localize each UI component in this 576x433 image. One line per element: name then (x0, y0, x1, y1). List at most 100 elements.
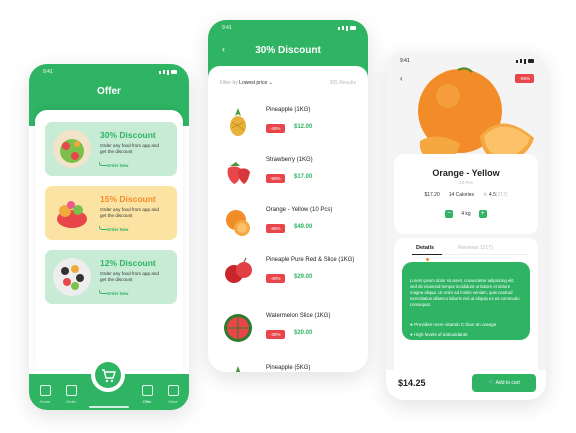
status-bar: 9:41 (43, 69, 177, 75)
item-name: Pineaple Pure Red & Slice (1KG) (266, 257, 355, 263)
offer-list: 30% Discount Order any food from app and… (35, 110, 183, 380)
page-title: Offer (97, 86, 121, 97)
order-now-link[interactable]: Order Now (107, 227, 128, 232)
offer-title: 30% Discount (100, 130, 156, 140)
item-price: $20.00 (294, 330, 313, 336)
status-time: 9:41 (43, 69, 53, 75)
status-time: 9:41 (222, 25, 232, 31)
nav-order[interactable]: Order (59, 385, 83, 404)
calories: 14 Calories (448, 192, 475, 198)
arrow-icon (99, 226, 107, 230)
quantity-value: 4 kg (461, 211, 471, 217)
fruit-bowl-icon (53, 194, 91, 232)
cart-button[interactable] (91, 358, 125, 392)
product-price-small: $17.20 (424, 192, 440, 198)
salad-bowl-icon (53, 130, 91, 168)
home-icon (39, 385, 51, 396)
bullet-text: Provides more vitamin C than an orange (414, 322, 497, 327)
quantity-stepper: − 4 kg + (394, 210, 538, 218)
rating-count: (217) (495, 192, 508, 198)
chevron-down-icon[interactable]: ⌄ (269, 80, 273, 86)
rating: ☆ 4.5(217) (483, 192, 508, 198)
product-info-card: Orange - Yellow 10 Pcs $17.20 14 Calorie… (394, 154, 538, 234)
nav-label: More (168, 399, 178, 404)
offer-description: Order any food from app and get the disc… (100, 143, 159, 154)
item-name: Pineapple (1KG) (266, 107, 311, 113)
add-to-cart-button[interactable]: 🛒 Add to cart (472, 374, 536, 392)
offer-card[interactable]: 30% Discount Order any food from app and… (45, 122, 177, 176)
order-now-link[interactable]: Order Now (107, 291, 128, 296)
signal-icon (159, 69, 177, 75)
nav-label: Order (65, 399, 77, 404)
offer-card[interactable]: 15% Discount Order any food from app and… (45, 186, 177, 240)
bullet-text: High levels of antioxidants (414, 332, 468, 337)
add-to-cart-label: Add to cart (495, 380, 520, 386)
list-item[interactable]: Pineaple Pure Red & Slice (1KG) -40% $29… (220, 250, 358, 296)
product-name: Orange - Yellow (432, 168, 500, 178)
filter-label: Filter by (220, 80, 238, 86)
offer-title: 15% Discount (100, 194, 156, 204)
item-price: $17.00 (294, 174, 313, 180)
product-subtitle: 10 Pcs (459, 180, 473, 185)
offer-card[interactable]: 12% Discount Order any food from app and… (45, 250, 177, 304)
star-icon: ☆ (483, 192, 488, 198)
product-screen: 9:41 ‹ -55% Orange - Yellow 10 Pcs $17.2… (386, 52, 546, 400)
signal-icon (338, 25, 356, 31)
description-box: Lorem ipsum dolor sit amet, consectetur … (402, 262, 530, 340)
home-indicator (89, 406, 129, 408)
list-item[interactable]: Pineapple (1KG) -40% $12.00 (220, 100, 358, 146)
item-price: $49.00 (294, 224, 313, 230)
list-item[interactable]: Orange - Yellow (10 Pcs) -55% $49.00 (220, 200, 358, 246)
arrow-icon (99, 290, 107, 294)
nav-label: Home (39, 399, 51, 404)
item-name: Watermelon Slice (1KG) (266, 313, 331, 319)
minus-button[interactable]: − (445, 210, 454, 218)
discount-badge: -40% (266, 124, 285, 133)
page-title: 30% Discount (255, 45, 321, 56)
total-price: $14.25 (398, 378, 426, 388)
tab-details[interactable]: Details (416, 245, 434, 251)
offer-screen: 9:41 Offer 30% Discount Order any food f… (29, 64, 189, 410)
order-icon (65, 385, 77, 396)
discount-screen: 9:41 ‹ 30% Discount Filter by Lowest pri… (208, 20, 368, 372)
nav-offer[interactable]: Offer (135, 385, 159, 404)
nav-home[interactable]: Home (33, 385, 57, 404)
status-bar: 9:41 (222, 25, 356, 31)
apple-image (225, 257, 252, 283)
item-name: Orange - Yellow (10 Pcs) (266, 207, 333, 213)
description-text: Lorem ipsum dolor sit amet, consectetur … (410, 278, 520, 307)
tab-reviews[interactable]: Reviews (217) (458, 245, 493, 251)
discount-badge: -30% (266, 330, 285, 339)
list-item[interactable]: Watermelon Slice (1KG) -30% $20.00 (220, 306, 358, 352)
arrow-icon (99, 162, 107, 166)
item-name: Pineapple (5KG) (266, 365, 311, 371)
bullet-item: ● Provides more vitamin C than an orange (410, 322, 497, 327)
signal-icon (516, 58, 534, 64)
order-now-link[interactable]: Order Now (107, 163, 128, 168)
gift-icon (141, 385, 153, 396)
pineapple-image (230, 108, 246, 136)
bullet-item: ● High levels of antioxidants (410, 332, 468, 337)
checkout-bar: $14.25 🛒 Add to cart (386, 370, 546, 400)
nav-more[interactable]: More (161, 385, 185, 404)
watermelon-image (224, 314, 252, 342)
strawberry-image (227, 162, 250, 184)
orange-image (226, 210, 250, 236)
details-panel: Details Reviews (217) Lorem ipsum dolor … (394, 238, 538, 378)
plus-button[interactable]: + (478, 210, 487, 218)
nav-label: Offer (142, 399, 152, 404)
list-item[interactable]: Pineapple (5KG) (220, 358, 358, 372)
rating-value: 4.5 (488, 192, 496, 198)
discount-badge: -55% (266, 224, 285, 233)
offer-description: Order any food from app and get the disc… (100, 271, 159, 282)
sort-dropdown[interactable]: Lowest price (239, 80, 267, 86)
product-stats: $17.20 14 Calories ☆ 4.5(217) (394, 192, 538, 198)
item-name: Strawberry (1KG) (266, 157, 313, 163)
offer-title: 12% Discount (100, 258, 156, 268)
status-time: 9:41 (400, 58, 410, 64)
pineapple-image (235, 366, 241, 372)
discount-badge: -40% (266, 274, 285, 283)
status-bar: 9:41 (400, 58, 534, 64)
discount-badge: -50% (266, 174, 285, 183)
list-item[interactable]: Strawberry (1KG) -50% $17.00 (220, 150, 358, 196)
